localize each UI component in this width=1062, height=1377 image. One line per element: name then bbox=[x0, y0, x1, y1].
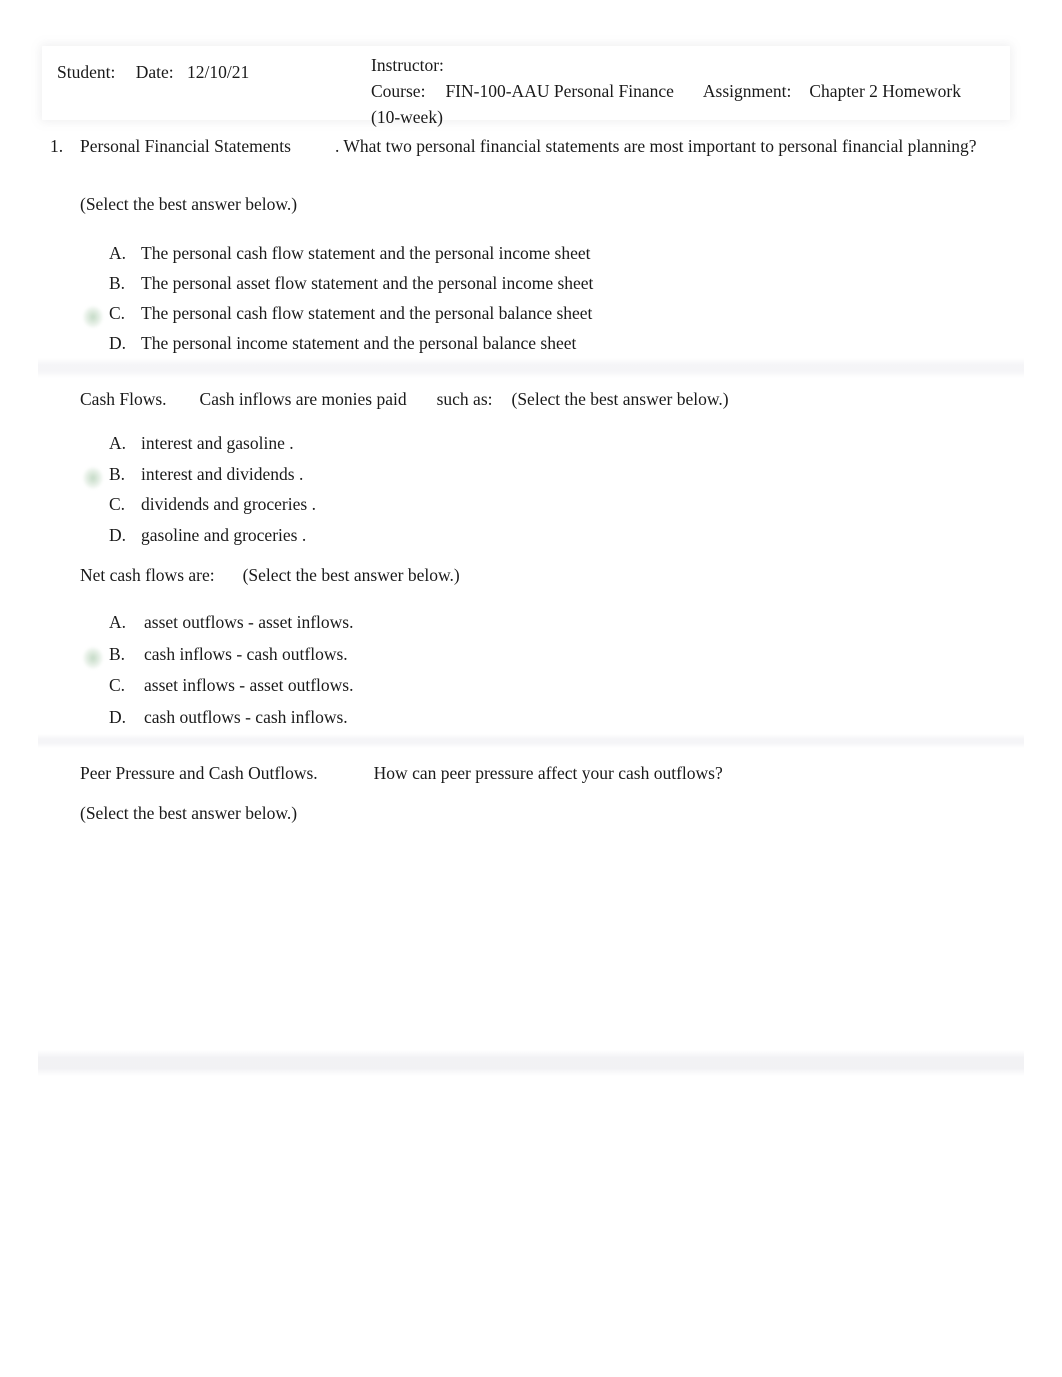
cashflow-option-marker-d[interactable] bbox=[83, 528, 103, 550]
cashflow-option-text-c: dividends and groceries . bbox=[141, 494, 316, 514]
document-page: Student: Date: 12/10/21 Instructor: Cour… bbox=[0, 0, 1062, 1377]
student-label: Student: bbox=[57, 62, 116, 82]
assignment-value: Chapter 2 Homework bbox=[809, 81, 962, 101]
option-letter-b: B. bbox=[109, 273, 126, 293]
cash-flows-prompt: Cash Flows. Cash inflows are monies paid s… bbox=[80, 389, 729, 410]
peer-pressure-select-note: (Select the best answer below.) bbox=[80, 803, 298, 823]
date-label: Date: bbox=[135, 62, 174, 82]
netflow-option-marker-c[interactable] bbox=[83, 678, 103, 700]
netflow-option-text-a: asset outflows - asset inflows. bbox=[144, 612, 354, 632]
option-marker-a[interactable] bbox=[83, 246, 103, 268]
course-value-continued: (10-week) bbox=[371, 107, 443, 127]
cashflow-option-letter-a: A. bbox=[109, 433, 127, 453]
cashflow-option-text-a: interest and gasoline . bbox=[141, 433, 294, 453]
option-letter-c: C. bbox=[109, 303, 126, 323]
option-text-c: The personal cash flow statement and the… bbox=[141, 303, 593, 323]
netflow-option-marker-d[interactable] bbox=[83, 710, 103, 732]
netflow-option-marker-a[interactable] bbox=[83, 615, 103, 637]
assignment-label: Assignment: bbox=[702, 81, 792, 101]
cashflow-option-letter-d: D. bbox=[109, 524, 127, 545]
netflow-option-letter-b: B. bbox=[109, 643, 126, 664]
instructor-label: Instructor: bbox=[371, 55, 444, 75]
netflow-option-text-c: asset inflows - asset outflows. bbox=[144, 675, 354, 695]
header-course-info: Instructor: Course: FIN-100-AAU Personal … bbox=[371, 52, 961, 130]
net-cash-flows-text: Net cash flows are: bbox=[80, 565, 215, 585]
netflow-option-marker-b[interactable] bbox=[83, 646, 103, 669]
question-select-note: (Select the best answer below.) bbox=[80, 194, 298, 214]
net-cash-flows-prompt: Net cash flows are: (Select the best answ… bbox=[80, 565, 460, 586]
assignment-header-box: Student: Date: 12/10/21 Instructor: Cour… bbox=[42, 46, 1010, 127]
option-text-d: The personal income statement and the pe… bbox=[141, 333, 577, 353]
cashflow-option-text-b: interest and dividends . bbox=[141, 463, 304, 484]
netflow-option-text-d: cash outflows - cash inflows. bbox=[144, 706, 348, 727]
question-text: . What two personal financial statements… bbox=[334, 136, 977, 156]
cash-flows-text-b: such as: bbox=[436, 389, 493, 409]
cashflow-option-letter-b: B. bbox=[109, 463, 126, 484]
option-marker-b[interactable] bbox=[83, 276, 103, 298]
header-instructor-row: Instructor: bbox=[371, 52, 961, 78]
option-marker-d[interactable] bbox=[83, 336, 103, 358]
option-text-a: The personal cash flow statement and the… bbox=[141, 243, 591, 263]
netflow-option-letter-c: C. bbox=[109, 675, 126, 695]
peer-pressure-prompt: Peer Pressure and Cash Outflows. How can … bbox=[80, 763, 723, 784]
cashflow-option-marker-b[interactable] bbox=[83, 466, 103, 489]
section-divider-3 bbox=[38, 1050, 1024, 1076]
option-letter-d: D. bbox=[109, 333, 127, 353]
cashflow-option-text-d: gasoline and groceries . bbox=[141, 524, 307, 545]
cashflow-option-letter-c: C. bbox=[109, 494, 126, 514]
course-label: Course: bbox=[371, 81, 426, 101]
cash-flows-title: Cash Flows. bbox=[80, 389, 167, 409]
peer-pressure-text: How can peer pressure affect your cash o… bbox=[373, 763, 723, 783]
question-prompt: Personal Financial Statements . What two … bbox=[80, 136, 977, 157]
net-cash-flows-select-note: (Select the best answer below.) bbox=[242, 565, 460, 585]
option-text-b: The personal asset flow statement and th… bbox=[141, 273, 594, 293]
date-value: 12/10/21 bbox=[187, 62, 250, 82]
option-marker-c[interactable] bbox=[83, 306, 103, 328]
course-value: FIN-100-AAU Personal Finance bbox=[445, 81, 674, 101]
section-divider-2 bbox=[38, 734, 1024, 748]
cash-flows-select-note: (Select the best answer below.) bbox=[511, 389, 729, 409]
cashflow-option-marker-c[interactable] bbox=[83, 497, 103, 519]
section-divider-1 bbox=[38, 358, 1024, 378]
cash-flows-text: Cash inflows are monies paid bbox=[199, 389, 407, 409]
cashflow-option-marker-a[interactable] bbox=[83, 436, 103, 458]
question-title: Personal Financial Statements bbox=[80, 136, 291, 156]
question-number: 1. bbox=[50, 136, 64, 156]
netflow-option-text-b: cash inflows - cash outflows. bbox=[144, 643, 348, 664]
peer-pressure-title: Peer Pressure and Cash Outflows. bbox=[80, 763, 318, 783]
netflow-option-letter-d: D. bbox=[109, 706, 127, 727]
option-letter-a: A. bbox=[109, 243, 127, 263]
header-course-row: Course: FIN-100-AAU Personal Finance Assig… bbox=[371, 78, 961, 104]
header-student-info: Student: Date: 12/10/21 bbox=[57, 62, 249, 83]
header-course-row-continued: (10-week) bbox=[371, 104, 961, 130]
netflow-option-letter-a: A. bbox=[109, 612, 127, 632]
